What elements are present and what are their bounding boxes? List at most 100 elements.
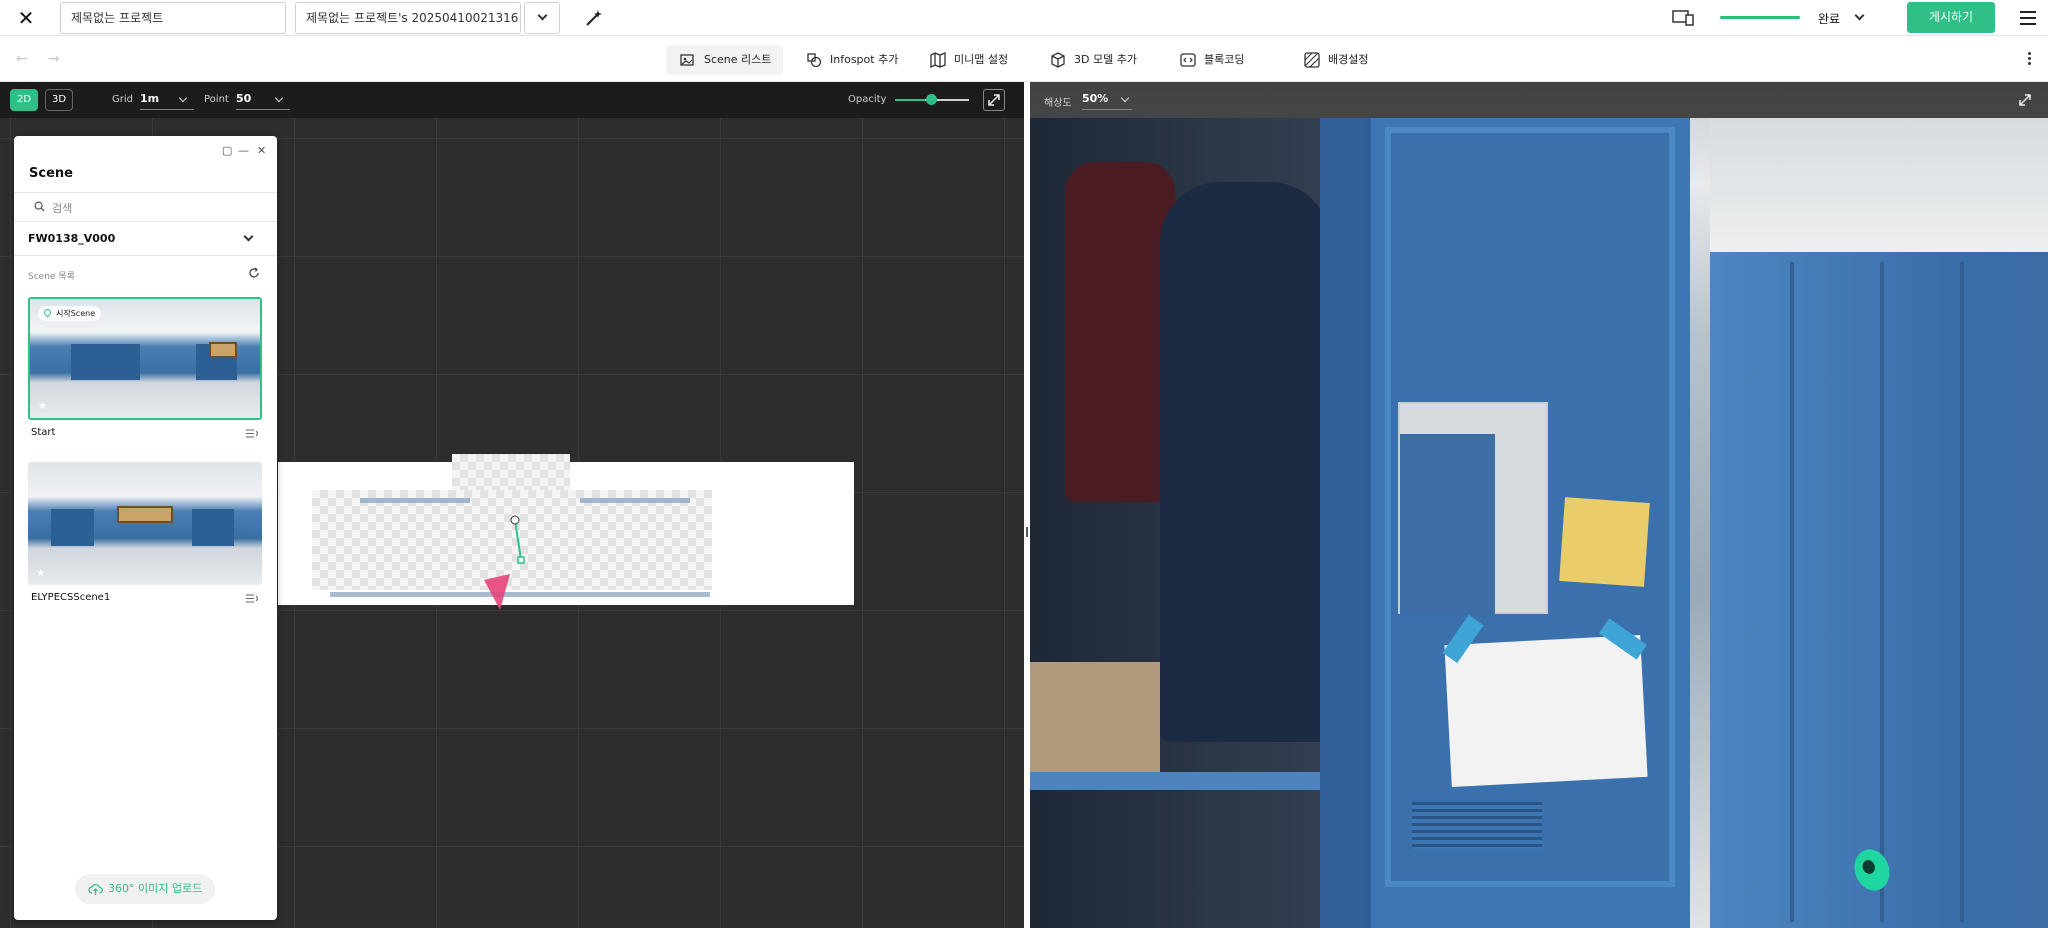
tab-scene-list[interactable]: Scene 리스트	[666, 45, 784, 75]
panorama-viewer[interactable]: 해상도 50%	[1030, 82, 2048, 928]
project-name: FW0138_V000	[28, 232, 116, 245]
scene-card-elypecs[interactable]: ★	[28, 462, 262, 585]
grid-value: 1m	[140, 92, 160, 105]
save-progress-bar	[1720, 16, 1800, 19]
project-title-input[interactable]: 제목없는 프로젝트	[60, 2, 286, 34]
tab-block-coding[interactable]: 블록코딩	[1166, 45, 1256, 75]
grid-select[interactable]: 1m	[140, 90, 194, 110]
scene-list-label: Scene 목록	[28, 272, 75, 282]
scene-name: ELYPECSScene1	[31, 592, 111, 603]
locker-seam	[1790, 262, 1794, 922]
shapes-icon	[807, 53, 822, 68]
point-value: 50	[236, 92, 252, 105]
star-icon[interactable]: ★	[38, 401, 47, 412]
scene-menu-icon[interactable]	[246, 429, 258, 438]
start-scene-badge: 시작Scene	[38, 306, 102, 321]
search-row	[14, 192, 277, 222]
chevron-down-icon	[274, 93, 284, 103]
sticky-note	[1559, 497, 1650, 587]
navy-jacket	[1160, 182, 1330, 742]
chevron-down-icon[interactable]	[1854, 10, 1865, 21]
locker-shelf	[1030, 772, 1360, 790]
point-select[interactable]: 50	[236, 90, 290, 110]
resolution-select[interactable]: 50%	[1082, 90, 1132, 110]
hallway-lockers	[1710, 252, 2048, 928]
floorplan-room	[452, 454, 570, 494]
upload-label: 360° 이미지 업로드	[108, 882, 203, 895]
tab-label: Infospot 추가	[830, 53, 899, 66]
chevron-down-icon	[1120, 93, 1130, 103]
expand-icon[interactable]	[983, 89, 1005, 111]
scene-panel: ▢ — ✕ Scene FW0138_V000 Scene 목록 시작Scene…	[14, 136, 277, 920]
resolution-label: 해상도	[1044, 98, 1072, 109]
search-input[interactable]	[52, 199, 252, 217]
taped-paper	[1444, 634, 1648, 788]
floorplan-wall	[360, 498, 470, 503]
star-icon[interactable]: ★	[36, 568, 45, 579]
hallway-ceiling	[1710, 118, 2048, 258]
scene-thumbnail	[28, 462, 262, 585]
opacity-slider-handle[interactable]	[926, 94, 937, 105]
chevron-down-icon	[243, 231, 254, 242]
editor-toolbar: 2D 3D Grid 1m Point 50 Opacity	[0, 82, 1024, 118]
locker-seam	[1880, 262, 1884, 922]
image-list-icon	[680, 54, 694, 66]
locker-seam	[1960, 262, 1964, 922]
grid-label: Grid	[112, 94, 133, 105]
mode-3d-button[interactable]: 3D	[45, 89, 73, 111]
magic-wand-icon[interactable]	[584, 8, 604, 28]
save-status-label: 완료	[1818, 12, 1841, 26]
code-block-icon	[1180, 53, 1196, 67]
red-backpack	[1065, 162, 1175, 502]
main-toolbar: ← → Scene 리스트 Infospot 추가 미니맵 설정 3D 모델 추…	[0, 37, 2048, 82]
tab-label: 블록코딩	[1204, 53, 1245, 66]
point-label: Point	[204, 94, 229, 105]
locker-vent	[1412, 802, 1542, 850]
panel-title: Scene	[29, 166, 73, 181]
scene-name: Start	[31, 427, 56, 438]
close-icon[interactable]: ✕	[14, 6, 38, 30]
refresh-icon[interactable]	[248, 267, 260, 279]
chevron-down-icon	[537, 10, 548, 21]
menu-icon[interactable]	[2020, 11, 2036, 25]
scene-menu-icon[interactable]	[246, 594, 258, 603]
tab-infospot[interactable]: Infospot 추가	[792, 45, 910, 75]
search-icon	[34, 201, 45, 212]
publish-button[interactable]: 게시하기	[1907, 2, 1995, 33]
tab-label: 미니맵 설정	[954, 53, 1009, 66]
minimize-icon[interactable]: —	[238, 144, 249, 157]
pattern-icon	[1304, 52, 1320, 68]
book-stack	[1030, 662, 1160, 772]
device-preview-icon[interactable]	[1672, 10, 1694, 26]
close-icon[interactable]: ✕	[257, 144, 266, 157]
project-file-input[interactable]: 제목없는 프로젝트's 20250410021316	[295, 2, 521, 34]
location-pin-icon	[42, 307, 53, 318]
mode-2d-button[interactable]: 2D	[10, 89, 38, 111]
locker-mirror	[1398, 402, 1548, 614]
tab-background[interactable]: 배경설정	[1290, 45, 1380, 75]
tab-label: 배경설정	[1328, 53, 1369, 66]
tab-minimap[interactable]: 미니맵 설정	[916, 45, 1020, 75]
more-options-icon[interactable]	[2028, 52, 2032, 67]
opacity-label: Opacity	[848, 94, 887, 105]
floorplan-editor: 2D 3D Grid 1m Point 50 Opacity ▢ — ✕ Sce…	[0, 82, 1024, 928]
tab-label: Scene 리스트	[704, 53, 772, 66]
top-bar: ✕ 제목없는 프로젝트 제목없는 프로젝트's 20250410021316 완…	[0, 0, 2048, 36]
cube-icon	[1051, 52, 1065, 68]
redo-arrow-icon[interactable]: →	[48, 51, 60, 67]
expand-icon[interactable]	[2014, 89, 2036, 111]
upload-360-button[interactable]: 360° 이미지 업로드	[75, 874, 215, 904]
camera-view-marker[interactable]	[470, 512, 530, 612]
scene-card-start[interactable]: 시작Scene ★	[28, 297, 262, 420]
badge-label: 시작Scene	[56, 309, 96, 318]
tab-label: 3D 모델 추가	[1074, 53, 1137, 66]
resolution-value: 50%	[1082, 92, 1109, 105]
map-icon	[930, 52, 946, 68]
project-select[interactable]: FW0138_V000	[14, 222, 277, 256]
tab-3d-model[interactable]: 3D 모델 추가	[1036, 45, 1149, 75]
undo-arrow-icon[interactable]: ←	[16, 51, 28, 67]
chevron-down-icon	[178, 93, 188, 103]
project-dropdown-button[interactable]	[524, 2, 560, 34]
maximize-icon[interactable]: ▢	[222, 144, 232, 157]
viewer-toolbar: 해상도 50%	[1030, 82, 2048, 118]
